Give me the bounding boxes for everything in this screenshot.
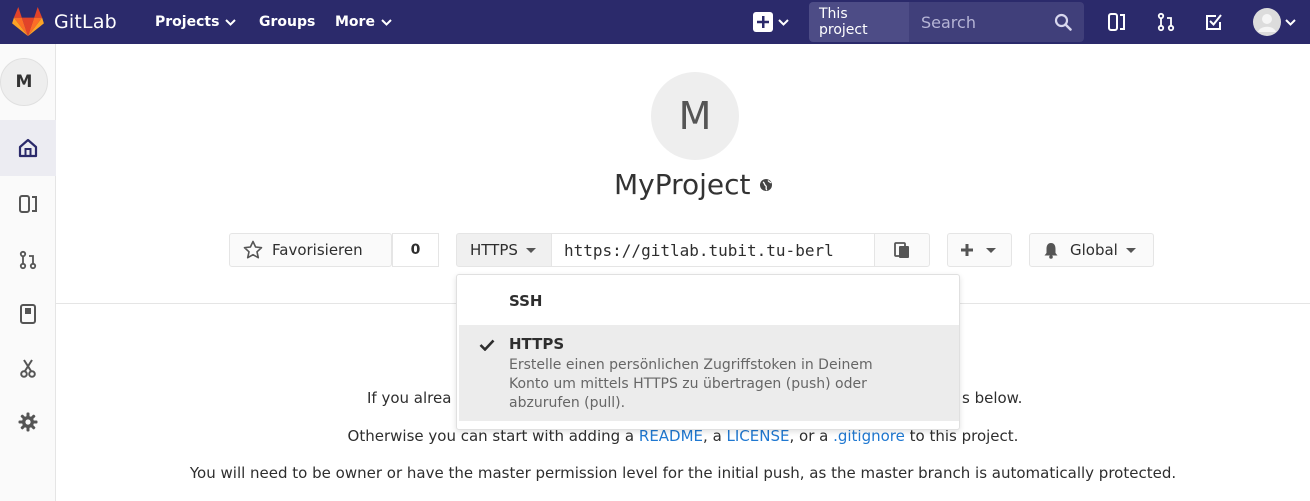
project-name: MyProject [614, 168, 751, 201]
search-scope-badge[interactable]: This project [809, 2, 909, 42]
sidebar-project-avatar[interactable]: M [0, 58, 48, 106]
line1-end-text: s below. [962, 389, 1023, 407]
user-avatar-icon [1252, 8, 1281, 36]
bell-icon [1044, 242, 1058, 259]
globe-icon [759, 178, 772, 191]
project-header: M MyProject Favorisieren 0 HTTPS https:/… [56, 44, 1310, 304]
caret-down-icon [525, 247, 536, 253]
gitlab-logo-icon [12, 7, 44, 37]
scissors-icon [20, 359, 36, 378]
search-field[interactable] [909, 2, 1084, 42]
todos-nav-button[interactable] [1200, 8, 1228, 36]
gitlab-home-link[interactable]: GitLab [12, 0, 117, 44]
issues-icon [19, 195, 37, 213]
chevron-down-icon [381, 18, 392, 26]
star-label: Favorisieren [272, 241, 363, 259]
ssh-option-label: SSH [509, 292, 543, 310]
top-navbar: GitLab Projects Groups More This project [0, 0, 1310, 44]
menu-item-https[interactable]: HTTPS Erstelle einen persönlichen Zugrif… [459, 325, 959, 421]
projects-menu[interactable]: Projects [155, 0, 237, 44]
issues-icon [1108, 13, 1125, 31]
search-icon [1054, 13, 1072, 31]
gear-icon [18, 412, 38, 432]
home-icon [18, 138, 38, 158]
todo-check-icon [1206, 14, 1222, 30]
sidebar-item-issues[interactable] [0, 176, 56, 232]
clone-url-group: HTTPS https://gitlab.tubit.tu-berl [456, 233, 930, 267]
sidebar-item-merge-requests[interactable] [0, 232, 56, 288]
checkmark-icon [479, 339, 495, 351]
clone-protocol-label: HTTPS [470, 241, 518, 259]
new-dropdown-button[interactable] [748, 8, 792, 36]
notification-label: Global [1070, 241, 1118, 259]
search-input[interactable] [921, 12, 1041, 32]
more-label: More [335, 14, 375, 30]
line1-start-text: If you alrea [367, 389, 452, 407]
https-option-label: HTTPS [509, 335, 565, 353]
add-new-dropdown[interactable] [947, 233, 1012, 267]
star-icon [243, 240, 263, 259]
star-button[interactable]: Favorisieren [229, 233, 392, 267]
project-avatar: M [651, 72, 739, 160]
https-option-description: Erstelle einen persönlichen Zugriffstoke… [509, 357, 873, 411]
user-menu[interactable] [1252, 8, 1296, 36]
star-count[interactable]: 0 [392, 233, 439, 267]
project-title: MyProject [614, 168, 773, 201]
clipboard-icon [894, 242, 909, 258]
search-form: This project [809, 2, 1084, 42]
groups-link[interactable]: Groups [259, 0, 315, 44]
merge-requests-nav-button[interactable] [1152, 8, 1180, 36]
chevron-down-icon [225, 18, 237, 26]
sidebar-item-wiki[interactable] [0, 286, 56, 342]
menu-item-ssh[interactable]: SSH [459, 279, 959, 323]
caret-down-icon [1125, 247, 1136, 253]
main-content: M MyProject Favorisieren 0 HTTPS https:/… [56, 44, 1310, 501]
empty-repo-line-3: You will need to be owner or have the ma… [189, 464, 1177, 482]
groups-label: Groups [259, 14, 316, 30]
plus-icon [961, 244, 973, 256]
chevron-down-icon [1284, 18, 1296, 26]
chevron-down-icon [777, 18, 789, 26]
sidebar-item-snippets[interactable] [0, 340, 56, 396]
sidebar-item-settings[interactable] [0, 394, 56, 450]
more-menu[interactable]: More [335, 0, 392, 44]
caret-down-icon [986, 247, 996, 253]
merge-request-icon [19, 250, 37, 270]
project-sidebar: M [0, 44, 56, 501]
projects-label: Projects [155, 14, 220, 30]
notification-dropdown[interactable]: Global [1029, 233, 1154, 267]
sidebar-item-overview[interactable] [0, 120, 56, 176]
copy-url-button[interactable] [874, 233, 930, 267]
plus-square-icon [752, 12, 773, 32]
merge-request-icon [1157, 12, 1175, 32]
issues-nav-button[interactable] [1103, 8, 1131, 36]
clone-url-input[interactable]: https://gitlab.tubit.tu-berl [552, 233, 874, 267]
brand-name: GitLab [54, 11, 117, 33]
clone-protocol-menu: SSH HTTPS Erstelle einen persönlichen Zu… [456, 274, 960, 430]
clone-protocol-dropdown[interactable]: HTTPS [456, 233, 552, 267]
book-icon [20, 304, 36, 324]
